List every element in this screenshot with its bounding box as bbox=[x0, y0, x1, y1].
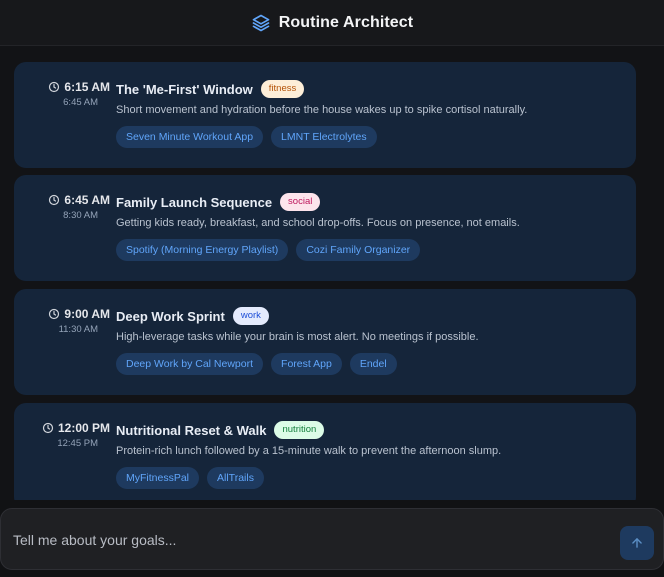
end-time: 11:30 AM bbox=[58, 324, 98, 335]
goals-input[interactable] bbox=[13, 529, 603, 551]
layers-icon bbox=[251, 13, 271, 33]
composer-box bbox=[0, 508, 664, 570]
composer bbox=[0, 500, 664, 577]
schedule-list: 6:15 AM 6:45 AM The 'Me-First' Window fi… bbox=[0, 46, 664, 500]
task-title: Nutritional Reset & Walk bbox=[116, 422, 267, 438]
end-time: 6:45 AM bbox=[63, 97, 98, 108]
schedule-card[interactable]: 6:15 AM 6:45 AM The 'Me-First' Window fi… bbox=[14, 62, 636, 168]
end-time: 8:30 AM bbox=[63, 210, 98, 221]
schedule-card[interactable]: 6:45 AM 8:30 AM Family Launch Sequence s… bbox=[14, 175, 636, 281]
app-header: Routine Architect bbox=[0, 0, 664, 46]
task-title: The 'Me-First' Window bbox=[116, 81, 253, 97]
category-tag: fitness bbox=[260, 80, 305, 98]
resource-chip[interactable]: Deep Work by Cal Newport bbox=[116, 353, 264, 375]
time-range: 6:15 AM 6:45 AM bbox=[14, 80, 110, 108]
send-button[interactable] bbox=[620, 526, 654, 560]
clock-icon bbox=[48, 194, 60, 206]
resource-chip[interactable]: Forest App bbox=[271, 353, 342, 375]
resource-chip[interactable]: Spotify (Morning Energy Playlist) bbox=[116, 239, 289, 261]
start-time: 12:00 PM bbox=[57, 421, 110, 435]
category-tag: social bbox=[280, 193, 321, 211]
task-description: High-leverage tasks while your brain is … bbox=[116, 331, 479, 343]
task-title: Family Launch Sequence bbox=[116, 194, 273, 210]
task-description: Getting kids ready, breakfast, and schoo… bbox=[116, 217, 520, 229]
category-tag: nutrition bbox=[274, 421, 325, 439]
resource-chip[interactable]: Seven Minute Workout App bbox=[116, 126, 264, 148]
resource-chip[interactable]: AllTrails bbox=[207, 467, 264, 489]
resource-chip[interactable]: MyFitnessPal bbox=[116, 467, 200, 489]
clock-icon bbox=[42, 422, 54, 434]
schedule-card[interactable]: 12:00 PM 12:45 PM Nutritional Reset & Wa… bbox=[14, 403, 636, 500]
category-tag: work bbox=[232, 307, 269, 325]
time-range: 6:45 AM 8:30 AM bbox=[14, 193, 110, 221]
clock-icon bbox=[48, 308, 60, 320]
start-time: 9:00 AM bbox=[64, 307, 110, 321]
schedule-card[interactable]: 9:00 AM 11:30 AM Deep Work Sprint work H… bbox=[14, 289, 636, 395]
arrow-up-icon bbox=[630, 536, 644, 550]
resource-chip[interactable]: Endel bbox=[349, 353, 397, 375]
task-title: Deep Work Sprint bbox=[116, 308, 225, 324]
time-range: 12:00 PM 12:45 PM bbox=[14, 421, 110, 449]
task-description: Protein-rich lunch followed by a 15-minu… bbox=[116, 445, 502, 457]
resource-chip[interactable]: LMNT Electrolytes bbox=[271, 126, 377, 148]
resource-chip[interactable]: Cozi Family Organizer bbox=[296, 239, 421, 261]
start-time: 6:15 AM bbox=[64, 80, 110, 94]
time-range: 9:00 AM 11:30 AM bbox=[14, 307, 110, 335]
start-time: 6:45 AM bbox=[64, 193, 110, 207]
end-time: 12:45 PM bbox=[57, 438, 98, 449]
clock-icon bbox=[48, 81, 60, 93]
app-title: Routine Architect bbox=[278, 13, 414, 31]
task-description: Short movement and hydration before the … bbox=[116, 104, 528, 116]
